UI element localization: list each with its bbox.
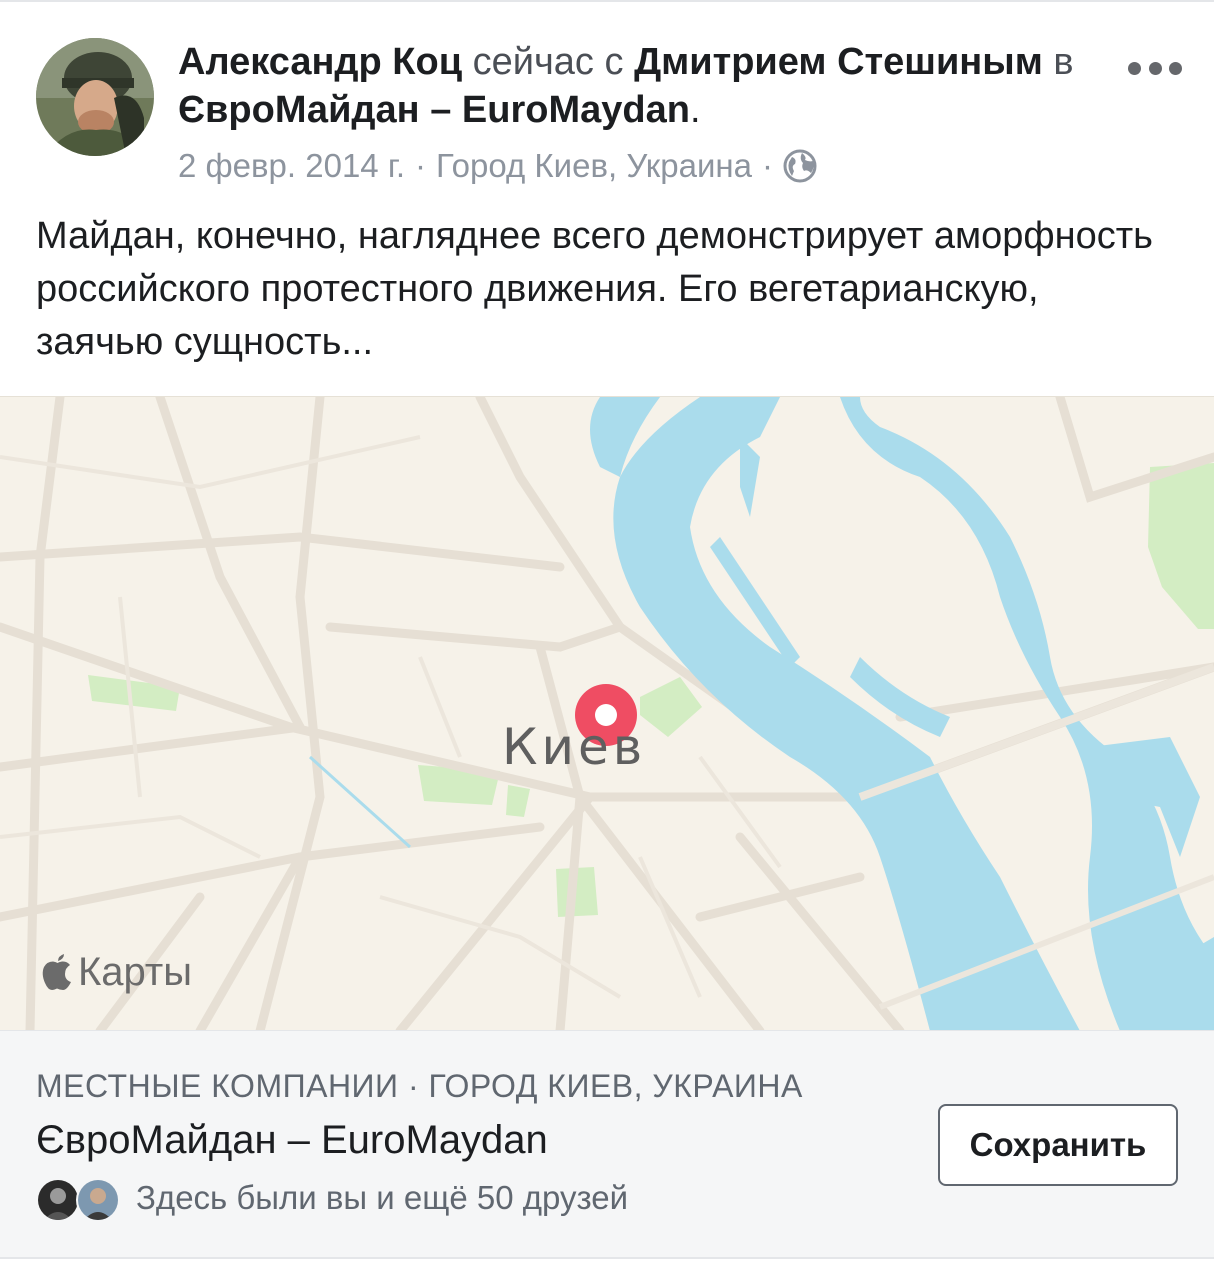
place-link[interactable]: ЄвроМайдан – EuroMaydan xyxy=(178,89,690,131)
in-connector: в xyxy=(1053,41,1074,83)
divider xyxy=(0,0,1214,2)
maps-brand-label: Карты xyxy=(78,950,192,994)
place-name[interactable]: ЄвроМайдан – EuroMaydan xyxy=(36,1118,548,1163)
post-header: Александр Коц сейчас с Дмитрием Стешиным… xyxy=(178,38,1078,134)
globe-icon xyxy=(783,149,817,183)
meta-separator: · xyxy=(761,147,773,184)
map-preview[interactable] xyxy=(0,396,1214,1031)
post-date[interactable]: 2 февр. 2014 г. xyxy=(178,144,405,188)
author-name[interactable]: Александр Коц xyxy=(178,41,462,83)
header-period: . xyxy=(689,89,701,131)
map-city-label: Киев xyxy=(502,718,647,776)
post-card: Александр Коц сейчас с Дмитрием Стешиным… xyxy=(0,0,1214,1280)
more-options-icon[interactable] xyxy=(1128,58,1182,78)
meta-separator: · xyxy=(415,147,427,184)
post-meta: 2 февр. 2014 г. · Город Киев, Украина · xyxy=(178,144,817,188)
author-avatar[interactable] xyxy=(36,38,154,156)
with-connector: сейчас с xyxy=(472,41,624,83)
post-text: Майдан, конечно, нагляднее всего демонст… xyxy=(36,215,1153,363)
place-category: МЕСТНЫЕ КОМПАНИИ · ГОРОД КИЕВ, УКРАИНА xyxy=(36,1068,803,1104)
friends-visited[interactable]: Здесь были вы и ещё 50 друзей xyxy=(36,1176,629,1222)
friend-avatar xyxy=(36,1178,80,1222)
friend-avatars xyxy=(36,1176,126,1222)
tagged-person[interactable]: Дмитрием Стешиным xyxy=(634,41,1043,83)
apple-logo-icon xyxy=(40,953,76,993)
save-button[interactable]: Сохранить xyxy=(938,1104,1178,1186)
friends-visited-text: Здесь были вы и ещё 50 друзей xyxy=(136,1179,629,1216)
post-location[interactable]: Город Киев, Украина xyxy=(436,144,752,188)
maps-brand: Карты xyxy=(40,950,192,995)
friend-avatar xyxy=(76,1178,120,1222)
